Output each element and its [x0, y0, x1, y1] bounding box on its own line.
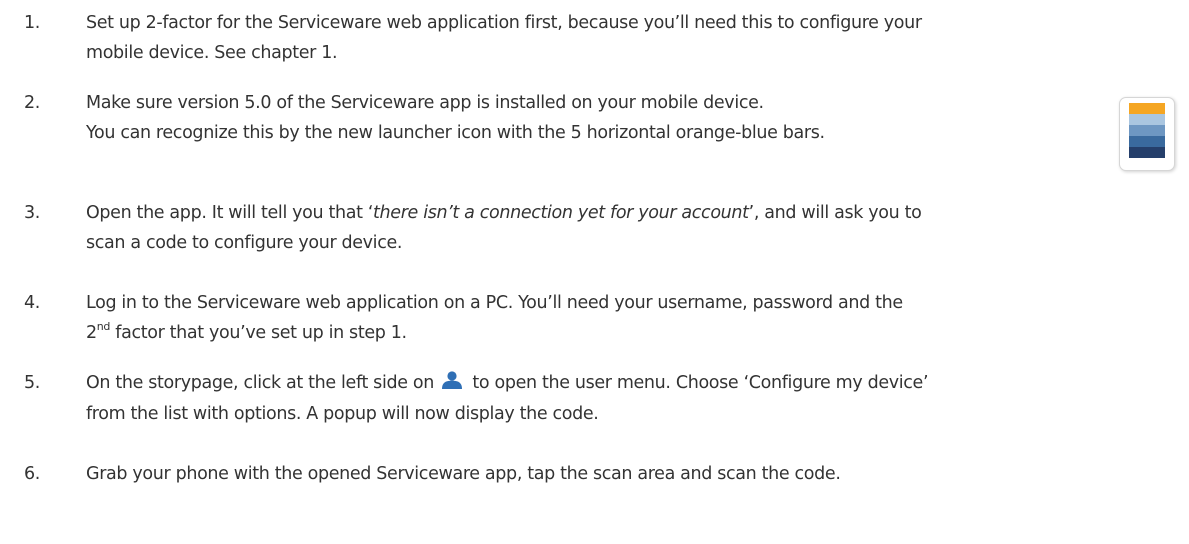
quoted-message: there isn’t a connection yet for your ac… — [373, 203, 749, 223]
step-text: On the storypage, click at the left side… — [86, 368, 1178, 429]
step-line: You can recognize this by the new launch… — [86, 123, 825, 143]
step-number: 6. — [24, 464, 40, 484]
step-text-part: 2 — [86, 323, 97, 343]
step-text-part: On the storypage, click at the left side… — [86, 373, 434, 393]
ordinal-suffix: nd — [96, 320, 111, 333]
step-number: 1. — [24, 13, 40, 33]
step-line: Open the app. It will tell you that ‘the… — [86, 198, 1178, 228]
step-line: On the storypage, click at the left side… — [86, 368, 1178, 399]
user-icon — [441, 369, 463, 399]
launcher-bars — [1129, 103, 1165, 158]
step-text-part: ’, and will ask you to — [748, 203, 922, 223]
serviceware-launcher-icon — [1119, 97, 1175, 171]
step-text: Open the app. It will tell you that ‘the… — [86, 198, 1178, 258]
launcher-bar-1 — [1129, 103, 1165, 114]
step-text: Log in to the Serviceware web applicatio… — [86, 288, 1178, 348]
step-line: Log in to the Serviceware web applicatio… — [86, 293, 903, 313]
step-text-part: factor that you’ve set up in step 1. — [110, 323, 407, 343]
step-number: 5. — [24, 373, 40, 393]
step-line: Set up 2-factor for the Serviceware web … — [86, 13, 922, 33]
step-text-part: to open the user menu. Choose ‘Configure… — [472, 373, 929, 393]
step-line: Make sure version 5.0 of the Serviceware… — [86, 93, 764, 113]
step-line: 2nd factor that you’ve set up in step 1. — [86, 318, 1178, 348]
step-text: Grab your phone with the opened Servicew… — [86, 459, 1178, 489]
launcher-bar-3 — [1129, 125, 1165, 136]
step-line: mobile device. See chapter 1. — [86, 43, 338, 63]
launcher-bar-2 — [1129, 114, 1165, 125]
step-line: scan a code to configure your device. — [86, 233, 403, 253]
step-text-part: Open the app. It will tell you that ‘ — [86, 203, 374, 223]
launcher-bar-5 — [1129, 147, 1165, 158]
launcher-bar-4 — [1129, 136, 1165, 147]
step-text: Make sure version 5.0 of the Serviceware… — [86, 88, 1178, 148]
step-line: Grab your phone with the opened Servicew… — [86, 464, 841, 484]
step-number: 2. — [24, 93, 40, 113]
step-number: 3. — [24, 203, 40, 223]
step-number: 4. — [24, 293, 40, 313]
step-text: Set up 2-factor for the Serviceware web … — [86, 8, 1178, 68]
step-line: from the list with options. A popup will… — [86, 404, 599, 424]
